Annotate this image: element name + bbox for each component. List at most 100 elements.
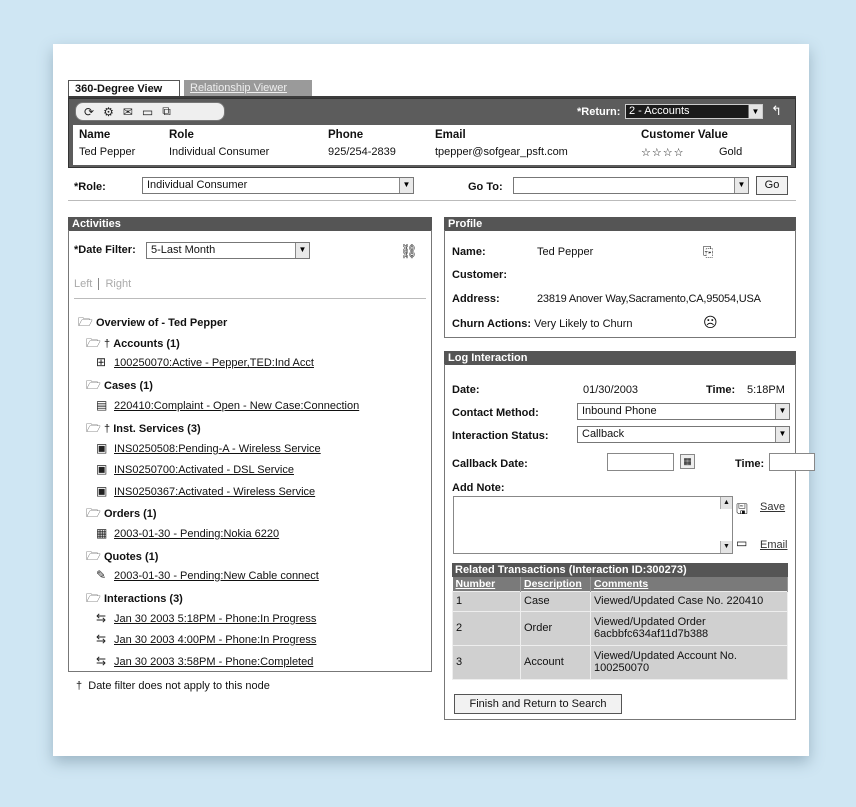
chevron-down-icon[interactable]: ▼ — [399, 178, 413, 193]
tree-item[interactable]: ▣ INS0250700:Activated - DSL Service — [96, 462, 294, 476]
profile-detail-icon[interactable]: ⎘ — [703, 244, 713, 260]
document-icon: ▤ — [96, 398, 108, 412]
email-icon[interactable]: ▭ — [736, 536, 747, 550]
folder-plus-icon: ⊞ — [96, 355, 107, 369]
scroll-up-icon[interactable]: ▲ — [720, 497, 732, 509]
tree-item-link[interactable]: 220410:Complaint - Open - New Case:Conne… — [114, 400, 359, 412]
tree-item[interactable]: ⇆ Jan 30 2003 3:58PM - Phone:Completed — [96, 654, 313, 668]
date-filter-select[interactable]: 5-Last Month ▼ — [146, 242, 310, 259]
tree-group-interactions[interactable]: 🗁 Interactions (3) — [86, 589, 183, 610]
tree-item-link[interactable]: Jan 30 2003 4:00PM - Phone:In Progress — [114, 634, 316, 646]
tab-relationship-viewer[interactable]: Relationship Viewer — [184, 80, 312, 97]
tree-item[interactable]: ▦ 2003-01-30 - Pending:Nokia 6220 — [96, 526, 279, 540]
chevron-down-icon[interactable]: ▼ — [775, 404, 789, 419]
divider — [68, 200, 796, 201]
cell-description: Account — [520, 644, 591, 680]
customer-email: tpepper@sofgear_psft.com — [435, 146, 568, 158]
goto-select[interactable]: ▼ — [513, 177, 749, 194]
column-header-description[interactable]: Description — [520, 577, 591, 591]
profile-churn: Churn Actions: Very Likely to Churn — [452, 318, 633, 330]
tree-group-orders[interactable]: 🗁 Orders (1) — [86, 504, 157, 525]
right-link[interactable]: Right — [105, 278, 131, 290]
group-label: Accounts (1) — [113, 338, 180, 350]
tree-item-link[interactable]: INS0250700:Activated - DSL Service — [114, 464, 294, 476]
role-header: Role — [169, 129, 194, 141]
tree-item-link[interactable]: Jan 30 2003 5:18PM - Phone:In Progress — [114, 613, 316, 625]
interaction-status-label: Interaction Status: — [452, 430, 549, 442]
column-header-comments[interactable]: Comments — [590, 577, 788, 591]
copy-icon[interactable]: ⧉ — [162, 104, 171, 119]
exchange-icon: ⇆ — [96, 632, 107, 646]
chevron-down-icon[interactable]: ▼ — [775, 427, 789, 442]
email-link[interactable]: Email — [760, 539, 788, 551]
tree-group-quotes[interactable]: 🗁 Quotes (1) — [86, 547, 158, 568]
tree-group-cases[interactable]: 🗁 Cases (1) — [86, 376, 153, 397]
tree-root-label: Overview of - Ted Pepper — [96, 317, 228, 329]
message-icon[interactable]: ✉ — [123, 105, 133, 119]
card-icon[interactable]: ▭ — [142, 105, 153, 119]
table-row: 3 Account Viewed/Updated Account No. 100… — [452, 644, 788, 680]
left-right-toggle: Left Right — [74, 278, 131, 291]
calendar-icon[interactable]: ▦ — [680, 454, 695, 469]
left-link[interactable]: Left — [74, 278, 92, 290]
interaction-status-value: Callback — [582, 428, 625, 440]
settings-icon[interactable]: ⚙ — [103, 105, 114, 119]
service-icon: ▣ — [96, 441, 108, 455]
star-rating: ☆☆☆☆ — [641, 147, 685, 159]
customer-role: Individual Consumer — [169, 146, 270, 158]
tree-item[interactable]: ▣ INS0250508:Pending-A - Wireless Service — [96, 441, 321, 455]
folder-open-icon: 🗁 — [78, 315, 93, 329]
date-filter-label: *Date Filter: — [74, 244, 136, 256]
tree-item[interactable]: ⇆ Jan 30 2003 5:18PM - Phone:In Progress — [96, 611, 316, 625]
table-header-row: Number Description Comments — [452, 577, 788, 591]
table-row: 2 Order Viewed/Updated Order 6acbbfc634a… — [452, 610, 788, 646]
role-select[interactable]: Individual Consumer ▼ — [142, 177, 414, 194]
log-time: 5:18PM — [747, 384, 785, 396]
churn-value: Very Likely to Churn — [534, 318, 633, 330]
note-textarea[interactable]: ▲ ▼ — [453, 496, 733, 554]
scroll-down-icon[interactable]: ▼ — [720, 541, 732, 553]
tree-item-link[interactable]: 100250070:Active - Pepper,TED:Ind Acct — [114, 357, 314, 369]
tree-group-inst-services[interactable]: 🗁 † Inst. Services (3) — [86, 419, 201, 440]
dagger-mark: † — [104, 423, 111, 435]
save-link[interactable]: Save — [760, 501, 785, 513]
log-interaction-header: Log Interaction — [444, 351, 796, 365]
finish-and-return-button[interactable]: Finish and Return to Search — [454, 694, 622, 714]
return-select[interactable]: 2 - Accounts ▼ — [625, 104, 763, 119]
chevron-down-icon[interactable]: ▼ — [734, 178, 748, 193]
goto-label: Go To: — [468, 181, 503, 193]
save-icon[interactable]: 🖫 — [736, 499, 748, 523]
chevron-down-icon[interactable]: ▼ — [748, 105, 762, 118]
profile-address-label: Address: — [452, 293, 500, 305]
return-value: 2 - Accounts — [629, 105, 690, 117]
callback-time-input[interactable] — [769, 453, 815, 471]
hierarchy-icon[interactable]: ⛓ — [400, 243, 418, 260]
group-label: Orders (1) — [104, 508, 157, 520]
cell-comment: Viewed/Updated Case No. 220410 — [590, 590, 788, 612]
interaction-status-select[interactable]: Callback ▼ — [577, 426, 790, 443]
return-arrow-icon[interactable]: ↰ — [771, 103, 782, 119]
contact-method-select[interactable]: Inbound Phone ▼ — [577, 403, 790, 420]
tree-item[interactable]: ⇆ Jan 30 2003 4:00PM - Phone:In Progress — [96, 632, 316, 646]
tree-item-link[interactable]: 2003-01-30 - Pending:New Cable connect — [114, 570, 319, 582]
tree-item[interactable]: ⊞ 100250070:Active - Pepper,TED:Ind Acct — [96, 355, 314, 369]
tree-item[interactable]: ▣ INS0250367:Activated - Wireless Service — [96, 484, 315, 498]
tree-item[interactable]: ✎ 2003-01-30 - Pending:New Cable connect — [96, 568, 319, 582]
tree-item-link[interactable]: Jan 30 2003 3:58PM - Phone:Completed — [114, 656, 313, 668]
tree-group-accounts[interactable]: 🗁 † Accounts (1) — [86, 334, 180, 355]
column-header-number[interactable]: Number — [452, 577, 521, 591]
tree-root[interactable]: 🗁 Overview of - Ted Pepper — [78, 313, 227, 334]
tree-item-link[interactable]: INS0250367:Activated - Wireless Service — [114, 486, 315, 498]
chevron-down-icon[interactable]: ▼ — [295, 243, 309, 258]
callback-date-input[interactable] — [607, 453, 674, 471]
customer-value: Gold — [719, 146, 743, 158]
tree-item-link[interactable]: 2003-01-30 - Pending:Nokia 6220 — [114, 528, 279, 540]
refresh-icon[interactable]: ⟳ — [84, 105, 94, 119]
tree-item[interactable]: ▤ 220410:Complaint - Open - New Case:Conn… — [96, 398, 359, 412]
profile-header: Profile — [444, 217, 796, 231]
dagger-mark: † — [76, 680, 83, 692]
sad-face-icon: ☹ — [703, 314, 718, 330]
tab-360-degree-view[interactable]: 360-Degree View — [68, 80, 180, 97]
go-button[interactable]: Go — [756, 176, 788, 195]
tree-item-link[interactable]: INS0250508:Pending-A - Wireless Service — [114, 443, 321, 455]
